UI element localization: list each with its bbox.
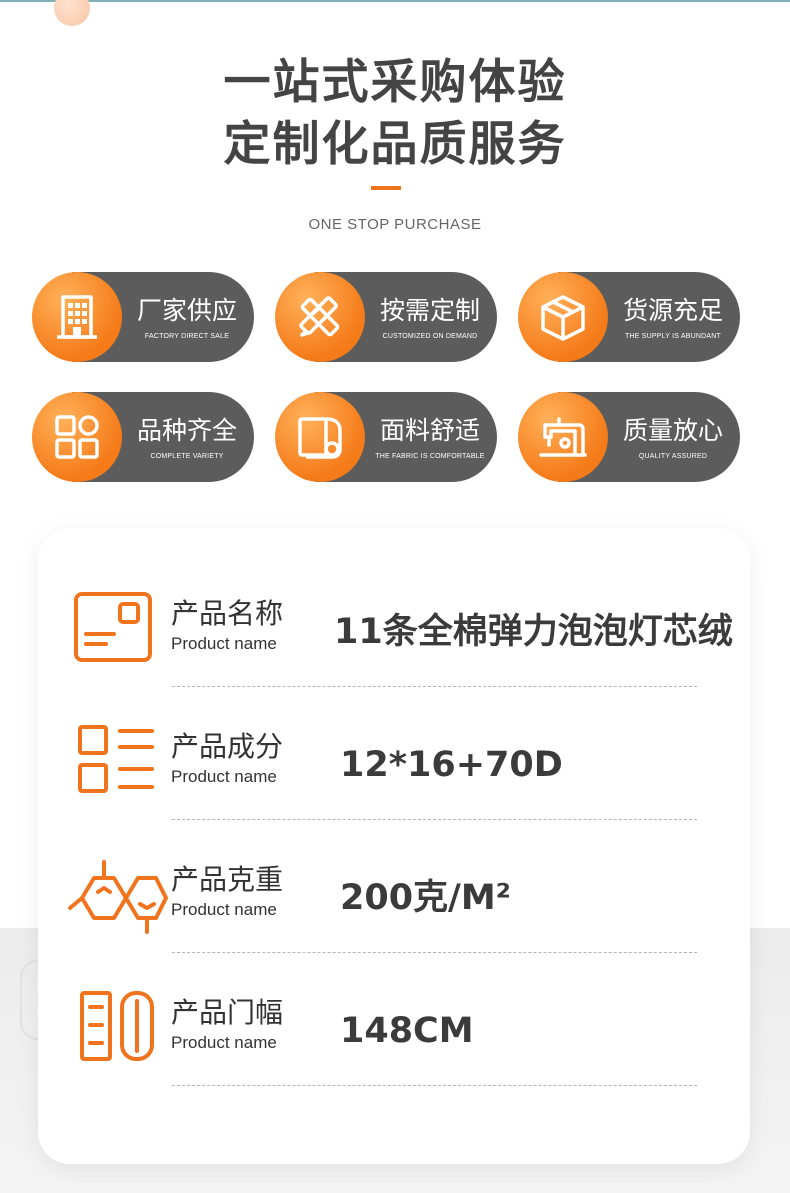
feature-subtitle: FACTORY DIRECT SALE	[144, 332, 230, 340]
feature-quality-assured: 质量放心 QUALITY ASSURED	[518, 392, 740, 482]
spec-value: 148CM	[340, 1011, 474, 1051]
list-icon	[68, 725, 168, 805]
spec-row-width: 产品门幅 Product name 148CM	[38, 991, 750, 1124]
feature-custom-made: 按需定制 CUSTOMIZED ON DEMAND	[275, 272, 497, 362]
top-border	[0, 0, 790, 2]
spec-divider	[172, 1085, 697, 1086]
spec-divider	[172, 952, 697, 953]
spec-label: 产品成分 Product name	[171, 729, 283, 789]
feature-subtitle: QUALITY ASSURED	[638, 452, 708, 460]
feature-comfortable-fabric: 面料舒适 THE FABRIC IS COMFORTABLE	[275, 392, 497, 482]
molecule-icon	[68, 858, 168, 938]
spec-divider	[172, 686, 697, 687]
sewing-machine-icon	[518, 392, 608, 482]
spec-label-cn: 产品名称	[171, 597, 284, 630]
building-icon	[32, 272, 122, 362]
spec-label: 产品克重 Product name	[171, 862, 283, 922]
spec-row-composition: 产品成分 Product name 12*16+70D	[38, 725, 750, 858]
feature-subtitle: COMPLETE VARIETY	[150, 452, 224, 460]
pencil-ruler-icon	[275, 272, 365, 362]
spec-divider	[172, 819, 697, 820]
id-card-icon	[68, 592, 168, 672]
feature-ample-supply: 货源充足 THE SUPPLY IS ABUNDANT	[518, 272, 740, 362]
headline-line-1: 一站式采购体验	[223, 55, 567, 110]
spec-label-en: Product name	[171, 1033, 277, 1052]
headline: 一站式采购体验 定制化品质服务	[0, 52, 790, 176]
spec-value: 11条全棉弹力泡泡灯芯绒	[334, 612, 733, 652]
spec-label-en: Product name	[171, 900, 277, 919]
fabric-roll-icon	[275, 392, 365, 482]
title-divider	[371, 186, 401, 190]
spec-value: 12*16+70D	[340, 745, 563, 785]
spec-label-cn: 产品成分	[171, 730, 284, 763]
spec-label-cn: 产品克重	[171, 863, 284, 896]
spec-label: 产品名称 Product name	[171, 596, 283, 656]
feature-subtitle: THE SUPPLY IS ABUNDANT	[625, 332, 721, 340]
spec-value: 200克/M²	[340, 878, 512, 918]
feature-title: 厂家供应	[136, 295, 237, 325]
spec-row-weight: 产品克重 Product name 200克/M²	[38, 858, 750, 991]
feature-title: 货源充足	[622, 295, 723, 325]
feature-title: 面料舒适	[379, 415, 480, 445]
spec-row-product-name: 产品名称 Product name 11条全棉弹力泡泡灯芯绒	[38, 592, 750, 725]
spec-label-cn: 产品门幅	[171, 996, 284, 1029]
spec-label-en: Product name	[171, 767, 277, 786]
feature-title: 质量放心	[622, 415, 723, 445]
panels-icon	[68, 991, 168, 1071]
subtitle: ONE STOP PURCHASE	[308, 216, 482, 233]
grid-icon	[32, 392, 122, 482]
spec-label: 产品门幅 Product name	[171, 995, 283, 1055]
headline-line-2: 定制化品质服务	[223, 117, 567, 172]
feature-subtitle: THE FABRIC IS COMFORTABLE	[375, 452, 485, 460]
feature-subtitle: CUSTOMIZED ON DEMAND	[382, 332, 478, 340]
feature-factory-supply: 厂家供应 FACTORY DIRECT SALE	[32, 272, 254, 362]
product-spec-card: 产品名称 Product name 11条全棉弹力泡泡灯芯绒 产品成分 Prod…	[38, 528, 750, 1164]
box-icon	[518, 272, 608, 362]
feature-title: 品种齐全	[136, 415, 237, 445]
spec-label-en: Product name	[171, 634, 277, 653]
feature-full-variety: 品种齐全 COMPLETE VARIETY	[32, 392, 254, 482]
decorative-circle	[54, 0, 90, 26]
feature-title: 按需定制	[379, 295, 480, 325]
